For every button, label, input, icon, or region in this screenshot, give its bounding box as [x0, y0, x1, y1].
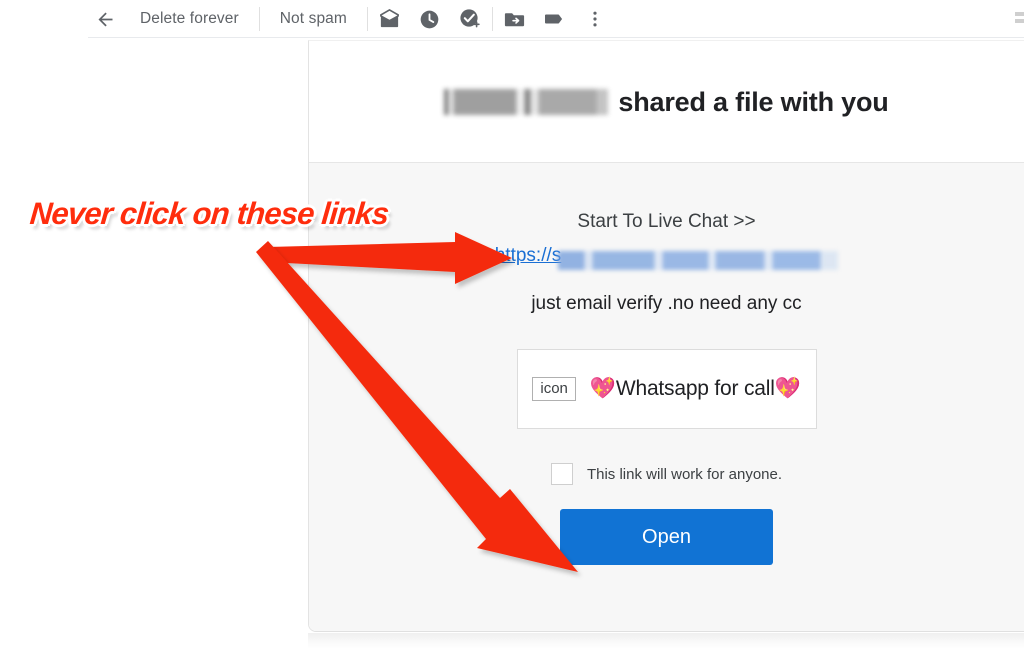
share-body: Start To Live Chat >> https://s just ema…: [309, 163, 1024, 631]
open-button[interactable]: Open: [560, 509, 773, 565]
overflow-dash-top: [1015, 11, 1024, 16]
phishing-link-row: https://s: [495, 241, 839, 271]
live-chat-line: Start To Live Chat >>: [577, 211, 756, 232]
labels-tag-icon[interactable]: [535, 0, 575, 38]
phishing-link[interactable]: https://s: [495, 245, 562, 267]
toolbar-separator-1: [258, 7, 260, 31]
mark-unread-icon[interactable]: [370, 0, 410, 38]
back-button[interactable]: [88, 2, 122, 36]
anyone-checkbox-label: This link will work for anyone.: [586, 465, 783, 483]
overflow-dash-bottom: [1015, 18, 1024, 23]
whatsapp-callout-box: icon 💖Whatsapp for call💖: [516, 349, 817, 429]
delete-forever-button[interactable]: Delete forever: [122, 0, 257, 38]
toolbar-separator-2: [366, 7, 368, 31]
toolbar-separator-3: [491, 7, 493, 31]
toolbar-overflow-edge: [1010, 2, 1024, 32]
add-to-tasks-icon[interactable]: [450, 0, 490, 38]
anyone-checkbox-row: This link will work for anyone.: [550, 463, 783, 485]
panel-bottom-shadow: [308, 633, 1024, 649]
share-title-suffix: shared a file with you: [618, 87, 889, 117]
more-options-icon[interactable]: [575, 0, 615, 38]
broken-image-icon: icon: [532, 376, 576, 402]
not-spam-button[interactable]: Not spam: [262, 0, 365, 38]
verify-line: just email verify .no need any cc: [531, 293, 802, 314]
move-to-folder-icon[interactable]: [495, 0, 535, 38]
page-title: shared a file with you: [444, 85, 889, 118]
toolbar-divider: [88, 37, 1024, 38]
whatsapp-text: 💖Whatsapp for call💖: [589, 377, 801, 400]
sender-name-redacted: [444, 89, 609, 115]
email-message-panel: shared a file with you Start To Live Cha…: [308, 40, 1024, 632]
phishing-link-redacted[interactable]: [558, 250, 839, 270]
anyone-checkbox[interactable]: [550, 463, 573, 485]
share-header: shared a file with you: [309, 41, 1024, 163]
snooze-clock-icon[interactable]: [410, 0, 450, 38]
email-toolbar: Delete forever Not spam: [0, 0, 1024, 38]
